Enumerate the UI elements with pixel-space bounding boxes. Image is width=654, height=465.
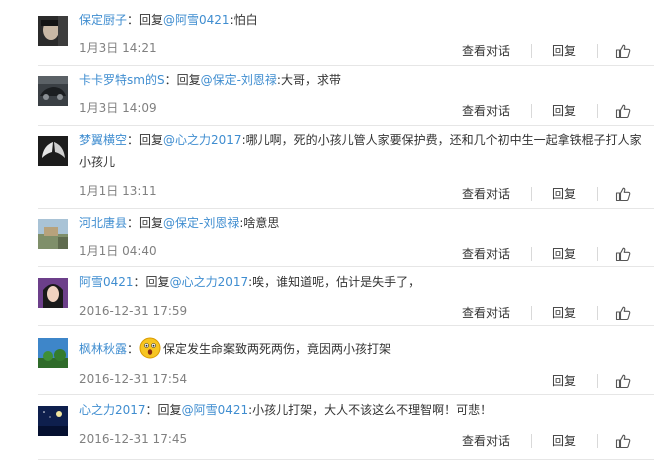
comment-text: 卡卡罗特sm的S：回复@保定-刘恩禄:大哥，求带 [79, 69, 341, 91]
action-separator [597, 306, 598, 320]
username-link[interactable]: 河北唐县 [79, 216, 127, 230]
reply-button[interactable]: 回复 [552, 246, 576, 262]
comment-text: 心之力2017：回复@阿雪0421:小孩儿打架，大人不该这么不理智啊！可悲！ [79, 399, 492, 421]
car-avatar[interactable] [38, 76, 68, 106]
comment-text: 阿雪0421：回复@心之力2017:唉，谁知道呢，估计是失手了， [79, 271, 420, 293]
action-separator [597, 374, 598, 388]
username-link[interactable]: 保定厨子 [79, 13, 127, 27]
view-dialog-button[interactable]: 查看对话 [462, 186, 510, 202]
timestamp: 1月3日 14:09 [79, 101, 157, 115]
view-dialog-button[interactable]: 查看对话 [462, 43, 510, 59]
mention-link[interactable]: @阿雪0421 [182, 403, 249, 417]
comment-text: 河北唐县：回复@保定-刘恩禄:啥意思 [79, 212, 279, 234]
divider [38, 325, 654, 326]
night-avatar[interactable] [38, 406, 68, 436]
reply-button[interactable]: 回复 [552, 433, 576, 449]
timestamp: 1月3日 14:21 [79, 41, 157, 55]
action-separator [531, 104, 532, 118]
timestamp: 2016-12-31 17:45 [79, 432, 188, 446]
reply-prefix: ：回复 [145, 403, 182, 417]
divider [38, 266, 654, 267]
thumbs-up-icon[interactable] [615, 433, 631, 449]
action-separator [597, 434, 598, 448]
action-separator [531, 247, 532, 261]
divider [38, 394, 654, 395]
divider [38, 459, 654, 460]
reply-prefix: ：回复 [133, 275, 170, 289]
action-separator [531, 44, 532, 58]
divider [38, 208, 654, 209]
comment-text: 枫林秋露： 保定发生命案致两死两伤，竟因两小孩打架 [79, 337, 391, 360]
reply-prefix: ：回复 [127, 216, 164, 230]
comment-body: :啥意思 [239, 216, 280, 230]
timestamp: 1月1日 13:11 [79, 184, 157, 198]
action-separator [531, 434, 532, 448]
thumbs-up-icon[interactable] [615, 103, 631, 119]
sky-avatar[interactable] [38, 338, 68, 368]
comment-list: 保定厨子：回复@阿雪0421:怕白 1月3日 14:21 查看对话 回复 卡卡罗… [0, 0, 654, 465]
wings-avatar[interactable] [38, 136, 68, 166]
comment-body: 保定发生命案致两死两伤，竟因两小孩打架 [163, 342, 392, 356]
action-separator [531, 187, 532, 201]
reply-prefix: ：回复 [164, 73, 201, 87]
mention-link[interactable]: @保定-刘恩禄 [163, 216, 239, 230]
mention-link[interactable]: @保定-刘恩禄 [201, 73, 277, 87]
reply-button[interactable]: 回复 [552, 43, 576, 59]
landscape-avatar[interactable] [38, 219, 68, 249]
thumbs-up-icon[interactable] [615, 373, 631, 389]
action-separator [597, 247, 598, 261]
timestamp: 2016-12-31 17:59 [79, 304, 188, 318]
reply-prefix: ：回复 [127, 133, 164, 147]
view-dialog-button[interactable]: 查看对话 [462, 305, 510, 321]
comment-body: :唉，谁知道呢，估计是失手了， [248, 275, 421, 289]
reply-prefix: ：回复 [127, 13, 164, 27]
thumbs-up-icon[interactable] [615, 305, 631, 321]
thumbs-up-icon[interactable] [615, 246, 631, 262]
username-link[interactable]: 心之力2017 [79, 403, 146, 417]
view-dialog-button[interactable]: 查看对话 [462, 246, 510, 262]
surprised-emoji-icon [139, 337, 161, 359]
comment-text: 梦翼横空：回复@心之力2017:哪儿啊，死的小孩儿管人家要保护费，还和几个初中生… [79, 129, 644, 173]
reply-button[interactable]: 回复 [552, 373, 576, 389]
comment-body: :小孩儿打架，大人不该这么不理智啊！可悲！ [248, 403, 493, 417]
username-link[interactable]: 枫林秋露 [79, 342, 127, 356]
reply-button[interactable]: 回复 [552, 103, 576, 119]
divider [38, 125, 654, 126]
thumbs-up-icon[interactable] [615, 43, 631, 59]
comment-body: :怕白 [229, 13, 258, 27]
view-dialog-button[interactable]: 查看对话 [462, 103, 510, 119]
girl-avatar[interactable] [38, 278, 68, 308]
comment-text: 保定厨子：回复@阿雪0421:怕白 [79, 9, 258, 31]
action-separator [531, 306, 532, 320]
action-separator [597, 187, 598, 201]
mention-link[interactable]: @阿雪0421 [163, 13, 230, 27]
view-dialog-button[interactable]: 查看对话 [462, 433, 510, 449]
portrait-dark-avatar[interactable] [38, 16, 68, 46]
username-link[interactable]: 卡卡罗特sm的S [79, 73, 165, 87]
username-link[interactable]: 阿雪0421 [79, 275, 134, 289]
thumbs-up-icon[interactable] [615, 186, 631, 202]
username-link[interactable]: 梦翼横空 [79, 133, 127, 147]
timestamp: 1月1日 04:40 [79, 244, 157, 258]
mention-link[interactable]: @心之力2017 [163, 133, 242, 147]
reply-prefix: ： [127, 342, 140, 356]
mention-link[interactable]: @心之力2017 [170, 275, 249, 289]
timestamp: 2016-12-31 17:54 [79, 372, 188, 386]
reply-button[interactable]: 回复 [552, 186, 576, 202]
action-separator [597, 44, 598, 58]
reply-button[interactable]: 回复 [552, 305, 576, 321]
comment-body: :大哥，求带 [276, 73, 341, 87]
action-separator [597, 104, 598, 118]
divider [38, 65, 654, 66]
